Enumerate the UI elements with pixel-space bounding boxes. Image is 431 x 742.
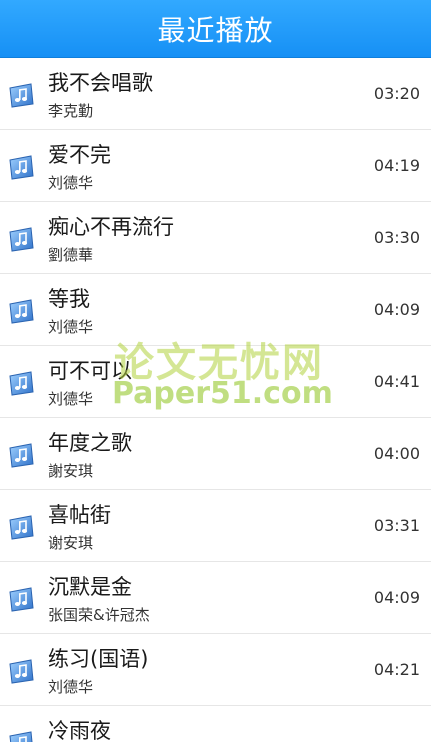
music-note-icon <box>9 227 34 252</box>
song-artist: 谢安琪 <box>48 534 94 552</box>
song-title: 我不会唱歌 <box>48 71 153 95</box>
song-title: 爱不完 <box>48 143 111 167</box>
music-note-icon <box>9 83 34 108</box>
song-duration: 04:09 <box>373 300 420 319</box>
song-row[interactable]: 可不可以 刘德华 04:41 <box>0 346 431 418</box>
recent-play-screen: 最近播放 我不会唱歌 李克勤 03:20 爱不完 刘德华 04:19 痴心不再流… <box>0 0 431 742</box>
song-list[interactable]: 我不会唱歌 李克勤 03:20 爱不完 刘德华 04:19 痴心不再流行 劉德華… <box>0 58 431 742</box>
header-bar: 最近播放 <box>0 0 431 58</box>
song-row[interactable]: 年度之歌 謝安琪 04:00 <box>0 418 431 490</box>
song-artist: 刘德华 <box>48 318 94 336</box>
music-note-icon <box>9 371 34 396</box>
music-note-icon <box>9 155 34 180</box>
song-duration: 03:20 <box>373 84 420 103</box>
song-duration: 03:31 <box>373 516 420 535</box>
song-row[interactable]: 我不会唱歌 李克勤 03:20 <box>0 58 431 130</box>
song-title: 痴心不再流行 <box>48 215 174 239</box>
music-note-icon <box>9 515 34 540</box>
song-title: 冷雨夜 <box>48 719 111 742</box>
music-note-icon <box>9 299 34 324</box>
song-duration: 04:00 <box>373 444 420 463</box>
page-title: 最近播放 <box>157 13 274 47</box>
song-duration: 03:30 <box>373 228 420 247</box>
song-row[interactable]: 喜帖街 谢安琪 03:31 <box>0 490 431 562</box>
song-title: 等我 <box>48 287 90 311</box>
song-row[interactable]: 爱不完 刘德华 04:19 <box>0 130 431 202</box>
song-row[interactable]: 沉默是金 张国荣&许冠杰 04:09 <box>0 562 431 634</box>
music-note-icon <box>9 443 34 468</box>
song-title: 练习(国语) <box>48 647 149 671</box>
song-title: 年度之歌 <box>48 431 132 455</box>
song-duration: 04:19 <box>373 156 420 175</box>
music-note-icon <box>9 659 34 684</box>
song-duration: 04:21 <box>373 660 420 679</box>
song-duration: 04:41 <box>373 372 420 391</box>
song-artist: 謝安琪 <box>48 462 94 480</box>
song-artist: 刘德华 <box>48 390 94 408</box>
song-artist: 李克勤 <box>48 102 94 120</box>
song-title: 喜帖街 <box>48 503 111 527</box>
song-title: 沉默是金 <box>48 575 132 599</box>
song-artist: 劉德華 <box>48 246 94 264</box>
song-artist: 刘德华 <box>48 678 94 696</box>
song-artist: 刘德华 <box>48 174 94 192</box>
music-note-icon <box>9 731 33 742</box>
song-row[interactable]: 等我 刘德华 04:09 <box>0 274 431 346</box>
song-row[interactable]: 痴心不再流行 劉德華 03:30 <box>0 202 431 274</box>
song-row[interactable]: 冷雨夜 <box>0 706 431 742</box>
song-title: 可不可以 <box>48 359 132 383</box>
song-row[interactable]: 练习(国语) 刘德华 04:21 <box>0 634 431 706</box>
song-duration: 04:09 <box>373 588 420 607</box>
song-artist: 张国荣&许冠杰 <box>48 606 150 624</box>
music-note-icon <box>9 587 34 612</box>
